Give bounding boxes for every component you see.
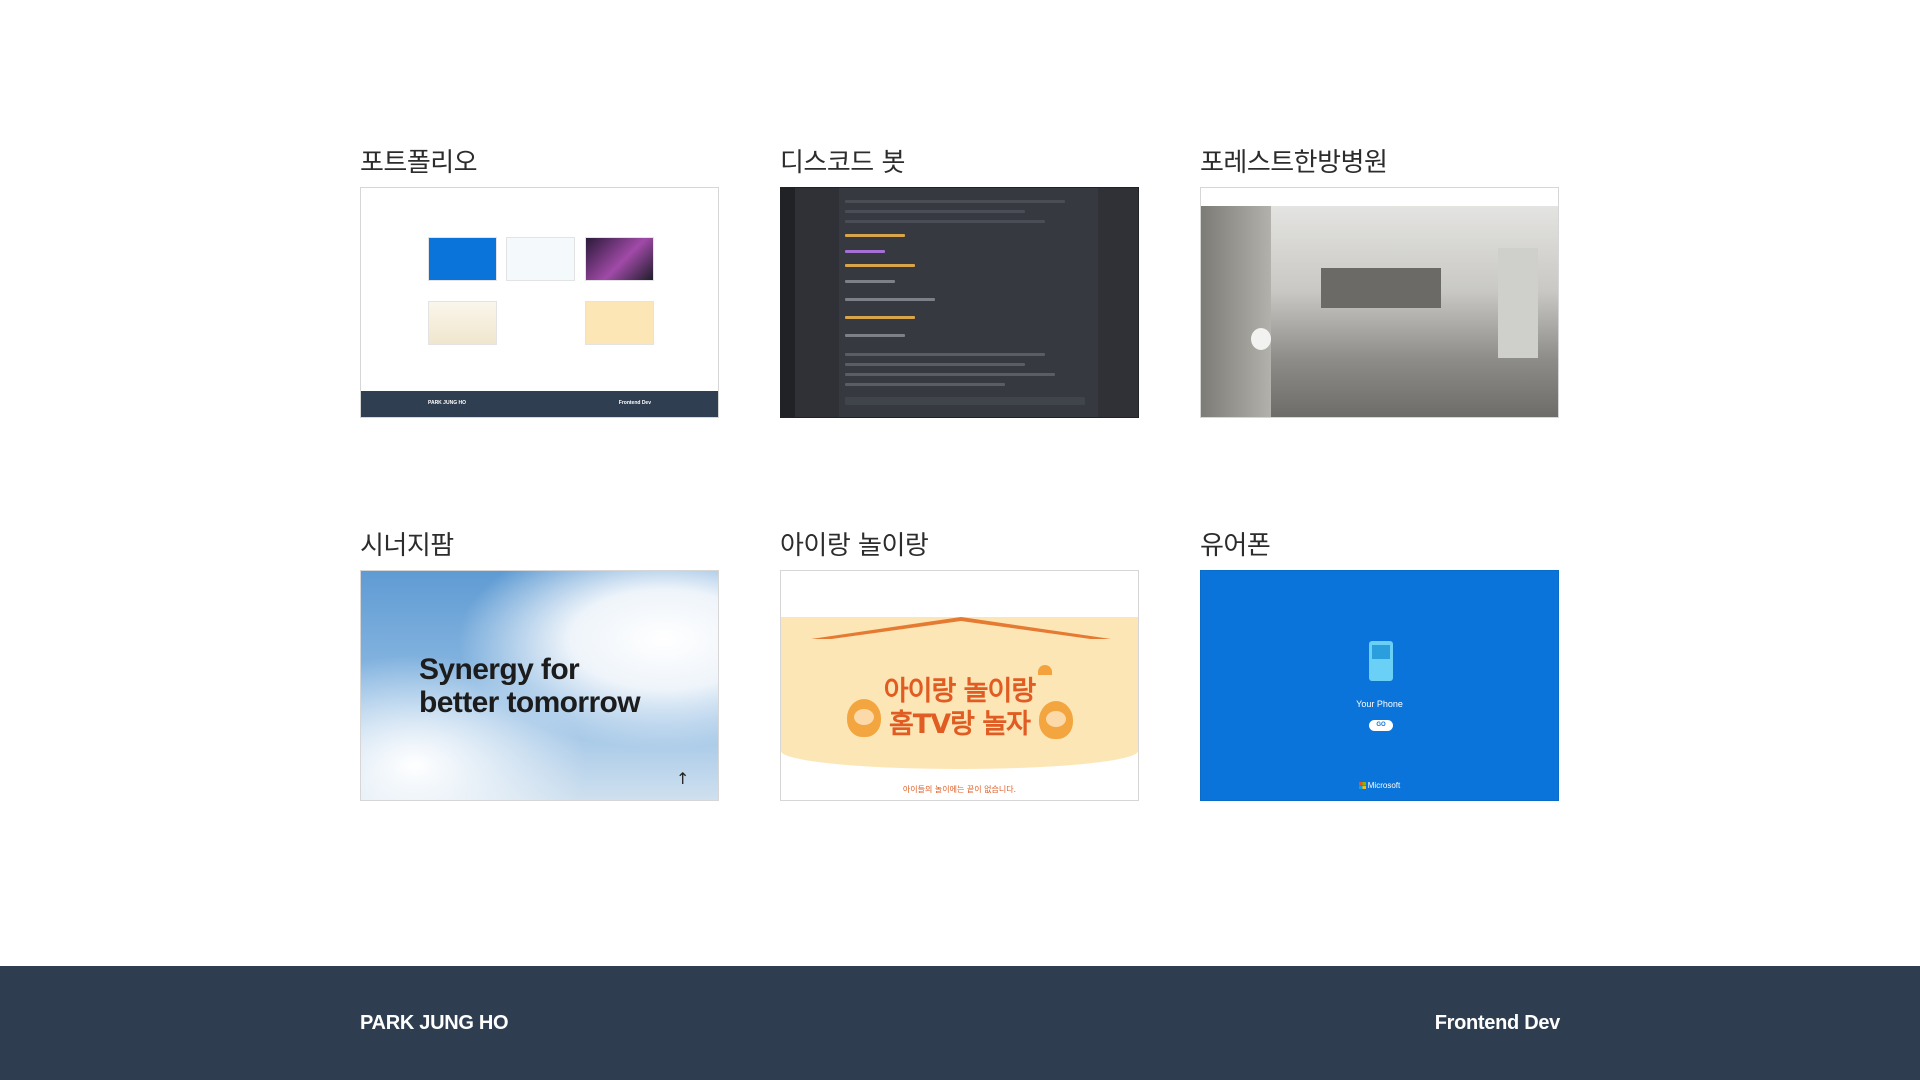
message-line <box>845 316 915 319</box>
sign-pillar <box>1498 248 1538 358</box>
headline-line: better tomorrow <box>419 686 641 719</box>
project-card-forest-hospital[interactable]: 포레스트한방병원 <box>1200 145 1559 418</box>
mini-preview-yourphone <box>428 237 497 281</box>
message-line <box>845 280 895 283</box>
banner-line-2: 홈TV랑 놀자 <box>888 709 1031 740</box>
message-line <box>845 353 1045 356</box>
mini-preview-discord <box>506 237 575 281</box>
project-title: 디스코드 봇 <box>780 148 905 178</box>
mini-preview-synergy <box>428 301 497 345</box>
mini-footer-name: PARK JUNG HO <box>428 400 466 406</box>
message-line <box>845 250 885 253</box>
brand-text: Microsoft <box>1367 781 1401 790</box>
project-title: 포레스트한방병원 <box>1200 148 1388 178</box>
project-thumbnail[interactable]: Synergy for better tomorrow ↑ <box>360 570 719 801</box>
mini-footer: PARK JUNG HO Frontend Dev <box>361 391 718 417</box>
project-card-home-tv[interactable]: 아이랑 놀이랑 아이랑 놀이랑 홈TV랑 놀자 아이들의 놀이에는 끝이 없습니… <box>780 528 1139 801</box>
project-title: 시너지팜 <box>360 531 454 561</box>
project-thumbnail[interactable]: 아이랑 놀이랑 홈TV랑 놀자 아이들의 놀이에는 끝이 없습니다. <box>780 570 1139 801</box>
message-line <box>845 210 1025 213</box>
footer-role: Frontend Dev <box>1434 1012 1561 1034</box>
project-title: 유어폰 <box>1200 531 1271 561</box>
mini-preview-hospital <box>585 237 654 281</box>
stone-wall <box>1201 206 1271 417</box>
project-card-portfolio[interactable]: 포트폴리오 PARK JUNG HO Frontend Dev <box>360 145 719 418</box>
message-line <box>845 220 1045 223</box>
footer-name: PARK JUNG HO <box>360 1012 509 1034</box>
server-list <box>781 188 795 417</box>
project-card-synergy-farm[interactable]: 시너지팜 Synergy for better tomorrow ↑ <box>360 528 719 801</box>
message-line <box>845 200 1065 203</box>
project-title: 아이랑 놀이랑 <box>780 531 929 561</box>
mini-preview-hometv <box>585 301 654 345</box>
message-line <box>845 383 1005 386</box>
project-grid: 포트폴리오 PARK JUNG HO Frontend Dev 디스코드 봇 포… <box>360 145 1560 801</box>
message-line <box>845 373 1055 376</box>
headline-line: Synergy for <box>419 653 580 686</box>
mini-header <box>1201 188 1558 206</box>
project-title: 포트폴리오 <box>360 148 478 178</box>
project-thumbnail[interactable]: Your Phone GO Microsoft <box>1200 570 1559 801</box>
site-footer: PARK JUNG HO Frontend Dev <box>0 966 1920 1080</box>
mini-footer-role: Frontend Dev <box>618 400 651 406</box>
project-card-your-phone[interactable]: 유어폰 Your Phone GO Microsoft <box>1200 528 1559 801</box>
app-label: Your Phone <box>1356 699 1403 709</box>
project-card-discord-bot[interactable]: 디스코드 봇 <box>780 145 1139 418</box>
message-line <box>845 363 1025 366</box>
thumb-headline: Synergy for better tomorrow <box>419 653 641 719</box>
message-line <box>845 298 935 301</box>
microsoft-logo-icon <box>1358 782 1366 789</box>
message-line <box>845 264 915 267</box>
project-thumbnail[interactable]: PARK JUNG HO Frontend Dev <box>360 187 719 418</box>
project-thumbnail[interactable] <box>1200 187 1559 418</box>
message-line <box>845 234 905 237</box>
reception-desk <box>1321 268 1441 308</box>
message-input <box>845 397 1085 405</box>
scroll-up-arrow-icon: ↑ <box>676 769 690 788</box>
message-line <box>845 334 905 337</box>
vase <box>1251 328 1271 350</box>
project-thumbnail[interactable] <box>780 187 1139 418</box>
microsoft-brand: Microsoft <box>1201 781 1558 790</box>
banner-caption: 아이들의 놀이에는 끝이 없습니다. <box>902 785 1017 794</box>
go-button: GO <box>1369 720 1393 731</box>
roof-inner <box>817 621 1105 641</box>
phone-icon <box>1369 641 1393 681</box>
channel-list <box>795 188 839 417</box>
member-list <box>1098 188 1138 417</box>
